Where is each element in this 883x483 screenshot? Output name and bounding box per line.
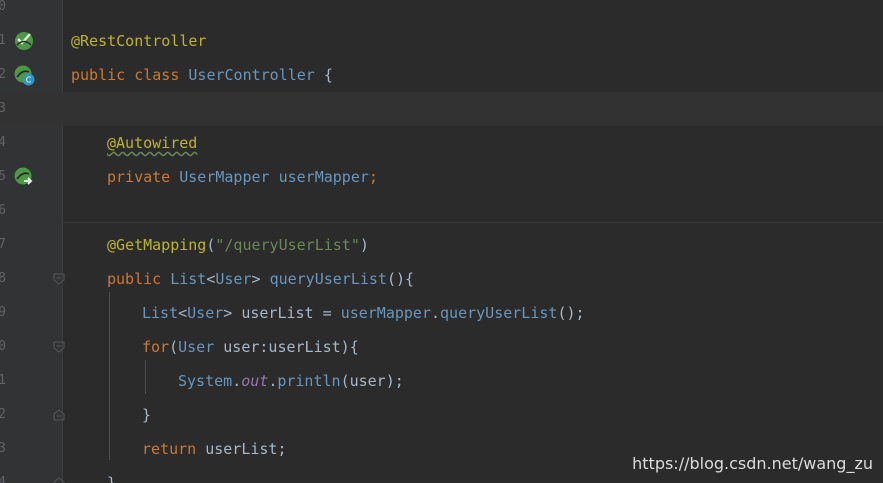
- line-number: 3: [0, 101, 6, 116]
- code-line[interactable]: 2 C public class UserController {: [0, 58, 883, 92]
- line-number: 1: [0, 33, 6, 48]
- fold-collapse-icon[interactable]: [53, 341, 65, 353]
- code-line[interactable]: 5 private UserMapper userMapper;: [0, 160, 883, 194]
- line-number: 1: [0, 373, 6, 388]
- string-token: "/queryUserList": [215, 236, 360, 254]
- current-code-line[interactable]: 3: [0, 92, 883, 126]
- fold-end-icon[interactable]: [53, 477, 65, 483]
- class-name-token: UserController: [188, 66, 315, 84]
- code-line[interactable]: 4 @Autowired: [0, 126, 883, 160]
- annotation-token: @GetMapping: [107, 236, 207, 254]
- code-text: public List<User> queryUserList(){: [107, 262, 414, 296]
- code-line[interactable]: 1 System.out.println(user);: [0, 364, 883, 398]
- return-expression-token: userList;: [205, 440, 287, 458]
- code-text: @Autowired: [107, 126, 197, 160]
- field-ref-token: userMapper: [340, 304, 431, 322]
- paren-token: (user);: [340, 372, 404, 390]
- line-number: 3: [0, 441, 6, 456]
- code-line[interactable]: 7 @GetMapping("/queryUserList"): [0, 228, 883, 262]
- keyword-token: private: [107, 168, 171, 186]
- indent-guide: [109, 292, 110, 460]
- type-token: User: [187, 304, 224, 322]
- line-number: 0: [0, 0, 6, 14]
- code-line[interactable]: 9 List<User> userList = userMapper.query…: [0, 296, 883, 330]
- watermark-text: https://blog.csdn.net/wang_zu: [632, 454, 873, 473]
- generic-bracket-token: <: [178, 304, 188, 322]
- line-number: 8: [0, 271, 6, 286]
- method-separator: [62, 222, 883, 223]
- field-name-token: userMapper: [278, 168, 369, 186]
- svg-text:C: C: [26, 76, 32, 85]
- brace-token: }: [107, 474, 117, 483]
- line-number: 7: [0, 237, 6, 252]
- code-line[interactable]: 1 @RestController: [0, 24, 883, 58]
- annotation-token: @Autowired: [107, 134, 198, 152]
- line-number: 9: [0, 305, 6, 320]
- brace-token: {: [323, 66, 333, 84]
- type-token: User: [215, 270, 252, 288]
- code-line[interactable]: 0 for(User user:userList){: [0, 330, 883, 364]
- code-line[interactable]: 2 }: [0, 398, 883, 432]
- method-name-token: queryUserList: [269, 270, 387, 288]
- indent-guide: [145, 360, 146, 394]
- code-text: System.out.println(user);: [178, 364, 404, 398]
- semicolon-token: ;: [368, 168, 378, 186]
- dot-token: .: [268, 372, 278, 390]
- static-field-token: out: [241, 372, 269, 390]
- type-token: User: [178, 338, 215, 356]
- brace-token: }: [142, 406, 152, 424]
- fold-collapse-icon[interactable]: [53, 273, 65, 285]
- bean-checkmark-icon[interactable]: [13, 30, 35, 52]
- type-token: UserMapper: [179, 168, 270, 186]
- method-call-token: println: [277, 372, 341, 390]
- code-text: return userList;: [142, 432, 287, 466]
- autowired-navigate-icon[interactable]: [13, 166, 35, 188]
- code-text: @RestController: [71, 24, 206, 58]
- code-editor[interactable]: 0 1 @RestController 2 C public class Use…: [0, 0, 883, 483]
- keyword-token: public: [71, 66, 126, 84]
- generic-bracket-token: >: [251, 270, 261, 288]
- code-text: }: [142, 398, 151, 432]
- line-number: 0: [0, 339, 6, 354]
- variable-token: userList: [241, 304, 314, 322]
- keyword-token: public: [107, 270, 162, 288]
- line-number: 2: [0, 407, 6, 422]
- paren-token: ): [359, 236, 369, 254]
- code-line[interactable]: 0: [0, 0, 883, 24]
- code-text: public class UserController {: [71, 58, 333, 92]
- generic-bracket-token: >: [223, 304, 233, 322]
- class-name-token: System: [178, 372, 233, 390]
- code-text: private UserMapper userMapper;: [107, 160, 378, 194]
- dot-token: .: [232, 372, 242, 390]
- line-number: 2: [0, 67, 6, 82]
- keyword-token: class: [134, 66, 180, 84]
- line-number: 4: [0, 135, 6, 150]
- line-number: 4: [0, 475, 6, 483]
- keyword-token: for: [142, 338, 170, 356]
- code-text: List<User> userList = userMapper.queryUs…: [142, 296, 585, 330]
- paren-token: (: [169, 338, 179, 356]
- fold-end-icon[interactable]: [53, 409, 65, 421]
- code-line[interactable]: 8 public List<User> queryUserList(){: [0, 262, 883, 296]
- loop-expression-token: user:userList){: [223, 338, 359, 356]
- keyword-token: return: [142, 440, 197, 458]
- dot-token: .: [431, 304, 441, 322]
- line-number: 5: [0, 169, 6, 184]
- code-text: @GetMapping("/queryUserList"): [107, 228, 369, 262]
- paren-token: ();: [557, 304, 585, 322]
- paren-token: (){: [386, 270, 415, 288]
- code-text: for(User user:userList){: [142, 330, 359, 364]
- method-call-token: queryUserList: [440, 304, 558, 322]
- type-token: List: [170, 270, 207, 288]
- line-number: 6: [0, 203, 6, 218]
- operator-token: =: [322, 304, 332, 322]
- spring-bean-class-icon[interactable]: C: [13, 64, 35, 86]
- type-token: List: [142, 304, 179, 322]
- annotation-token: @RestController: [71, 32, 207, 50]
- code-text: }: [107, 466, 116, 483]
